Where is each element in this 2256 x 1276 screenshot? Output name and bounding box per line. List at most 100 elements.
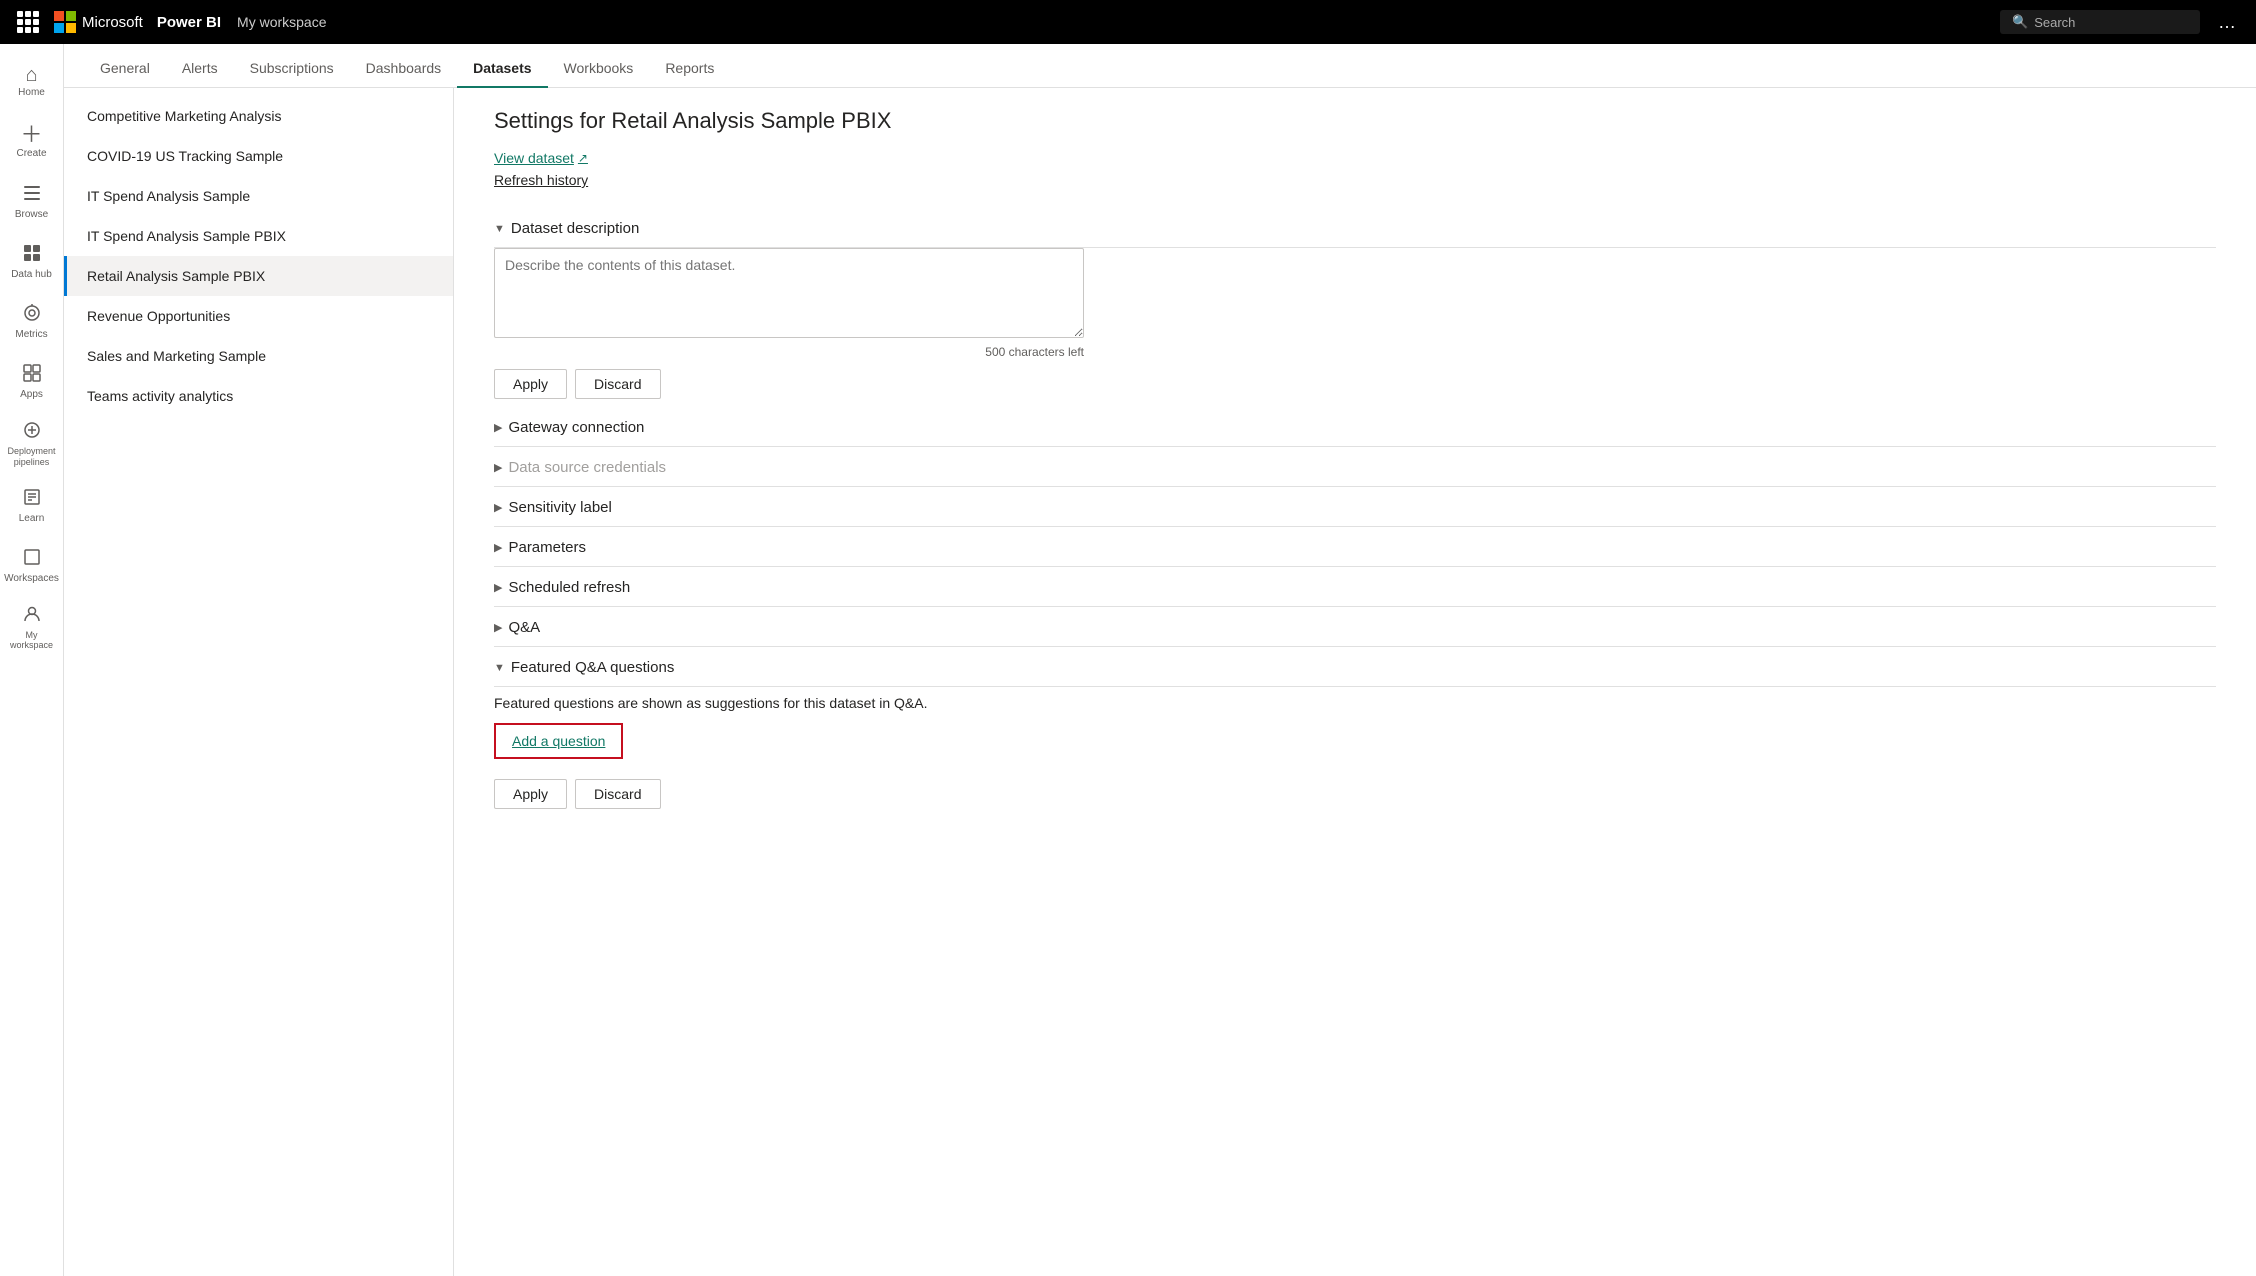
section-label-qa: Q&A (508, 619, 540, 636)
apply-button-desc[interactable]: Apply (494, 369, 567, 399)
tab-workbooks[interactable]: Workbooks (548, 50, 650, 88)
sidebar-item-learn[interactable]: Learn (0, 476, 63, 536)
dataset-item-revenue[interactable]: Revenue Opportunities (64, 296, 453, 336)
tab-alerts[interactable]: Alerts (166, 50, 234, 88)
sidebar-create-label: Create (16, 148, 46, 160)
sidebar-item-create[interactable]: ＋ Create (0, 112, 63, 172)
main-area: ⌂ Home ＋ Create Browse Data hub Metrics (0, 44, 2256, 1276)
search-label: Search (2034, 15, 2075, 30)
discard-button-desc[interactable]: Discard (575, 369, 660, 399)
inner-area: Competitive Marketing Analysis COVID-19 … (64, 88, 2256, 1276)
chevron-right-icon-gateway: ▶ (494, 421, 502, 434)
section-header-scheduled-refresh[interactable]: ▶ Scheduled refresh (494, 567, 2216, 606)
add-question-box: Add a question (494, 723, 623, 759)
section-header-qa[interactable]: ▶ Q&A (494, 607, 2216, 646)
external-link-icon: ↗ (578, 151, 588, 165)
section-header-sensitivity[interactable]: ▶ Sensitivity label (494, 487, 2216, 526)
sidebar-item-workspaces[interactable]: Workspaces (0, 536, 63, 596)
tab-datasets[interactable]: Datasets (457, 50, 547, 88)
section-header-gateway[interactable]: ▶ Gateway connection (494, 407, 2216, 446)
metrics-icon (22, 303, 42, 327)
section-label-dataset-desc: Dataset description (511, 220, 639, 237)
view-dataset-link[interactable]: View dataset ↗ (494, 150, 588, 166)
sidebar-learn-label: Learn (19, 513, 45, 525)
description-textarea[interactable] (494, 248, 1084, 338)
search-icon: 🔍 (2012, 14, 2028, 30)
sidebar-apps-label: Apps (20, 389, 43, 401)
tab-general[interactable]: General (84, 50, 166, 88)
powerbi-text: Power BI (157, 14, 221, 31)
sidebar-item-apps[interactable]: Apps (0, 352, 63, 412)
chevron-down-icon: ▼ (494, 223, 505, 235)
dataset-list: Competitive Marketing Analysis COVID-19 … (64, 88, 454, 1276)
topbar: Microsoft Power BI My workspace 🔍 Search… (0, 0, 2256, 44)
section-label-scheduled-refresh: Scheduled refresh (508, 579, 630, 596)
section-label-sensitivity: Sensitivity label (508, 499, 611, 516)
microsoft-text: Microsoft (82, 14, 143, 31)
section-label-featured-qa: Featured Q&A questions (511, 659, 674, 676)
create-icon: ＋ (20, 124, 42, 146)
discard-button-featured-qa[interactable]: Discard (575, 779, 660, 809)
sidebar-metrics-label: Metrics (15, 329, 47, 341)
settings-panel: Settings for Retail Analysis Sample PBIX… (454, 88, 2256, 1276)
datahub-icon (22, 243, 42, 267)
dataset-item-retail[interactable]: Retail Analysis Sample PBIX (64, 256, 453, 296)
sidebar: ⌂ Home ＋ Create Browse Data hub Metrics (0, 44, 64, 1276)
dataset-item-itspendpbix[interactable]: IT Spend Analysis Sample PBIX (64, 216, 453, 256)
tabs-bar: General Alerts Subscriptions Dashboards … (64, 44, 2256, 88)
sidebar-deployment-label: Deployment pipelines (4, 446, 59, 468)
refresh-history-link[interactable]: Refresh history (494, 172, 2216, 188)
chevron-right-icon-datasource: ▶ (494, 461, 502, 474)
browse-icon (22, 183, 42, 207)
chevron-right-icon-parameters: ▶ (494, 541, 502, 554)
section-label-datasource: Data source credentials (508, 459, 666, 476)
settings-title: Settings for Retail Analysis Sample PBIX (494, 108, 2216, 134)
chevron-right-icon-refresh: ▶ (494, 581, 502, 594)
apps-icon (22, 363, 42, 387)
desc-buttons: Apply Discard (494, 369, 2216, 399)
section-header-parameters[interactable]: ▶ Parameters (494, 527, 2216, 566)
learn-icon (22, 487, 42, 511)
chevron-right-icon-qa: ▶ (494, 621, 502, 634)
sidebar-item-myworkspace[interactable]: My workspace (0, 596, 63, 660)
deployment-icon (22, 420, 42, 444)
search-button[interactable]: 🔍 Search (2000, 10, 2200, 34)
featured-qa-section: Featured questions are shown as suggesti… (494, 695, 2216, 809)
dataset-item-salesmarketing[interactable]: Sales and Marketing Sample (64, 336, 453, 376)
sidebar-item-datahub[interactable]: Data hub (0, 232, 63, 292)
section-label-parameters: Parameters (508, 539, 586, 556)
sidebar-browse-label: Browse (15, 209, 48, 221)
tab-dashboards[interactable]: Dashboards (350, 50, 458, 88)
sidebar-item-browse[interactable]: Browse (0, 172, 63, 232)
dataset-description-section: 500 characters left Apply Discard (494, 248, 2216, 399)
dataset-item-competitive[interactable]: Competitive Marketing Analysis (64, 96, 453, 136)
sidebar-myworkspace-label: My workspace (4, 630, 59, 652)
chevron-down-icon-featured: ▼ (494, 662, 505, 674)
content-area: General Alerts Subscriptions Dashboards … (64, 44, 2256, 1276)
myworkspace-icon (22, 604, 42, 628)
sidebar-home-label: Home (18, 87, 45, 99)
dataset-item-covid[interactable]: COVID-19 US Tracking Sample (64, 136, 453, 176)
section-header-datasource[interactable]: ▶ Data source credentials (494, 447, 2216, 486)
workspaces-icon (22, 547, 42, 571)
tab-subscriptions[interactable]: Subscriptions (234, 50, 350, 88)
apply-button-featured-qa[interactable]: Apply (494, 779, 567, 809)
section-header-dataset-desc[interactable]: ▼ Dataset description (494, 208, 2216, 247)
add-question-link[interactable]: Add a question (512, 733, 605, 749)
more-options-button[interactable]: … (2210, 8, 2244, 37)
tab-reports[interactable]: Reports (649, 50, 730, 88)
sidebar-item-home[interactable]: ⌂ Home (0, 52, 63, 112)
home-icon: ⌂ (25, 65, 37, 85)
featured-qa-description: Featured questions are shown as suggesti… (494, 695, 2216, 711)
chevron-right-icon-sensitivity: ▶ (494, 501, 502, 514)
char-count: 500 characters left (494, 345, 1084, 359)
dataset-item-itspend[interactable]: IT Spend Analysis Sample (64, 176, 453, 216)
dataset-item-teams[interactable]: Teams activity analytics (64, 376, 453, 416)
sidebar-item-metrics[interactable]: Metrics (0, 292, 63, 352)
sidebar-item-deployment[interactable]: Deployment pipelines (0, 412, 63, 476)
waffle-menu[interactable] (12, 6, 44, 38)
section-label-gateway: Gateway connection (508, 419, 644, 436)
microsoft-logo: Microsoft (54, 11, 143, 33)
sidebar-workspaces-label: Workspaces (4, 573, 59, 585)
section-header-featured-qa[interactable]: ▼ Featured Q&A questions (494, 647, 2216, 686)
